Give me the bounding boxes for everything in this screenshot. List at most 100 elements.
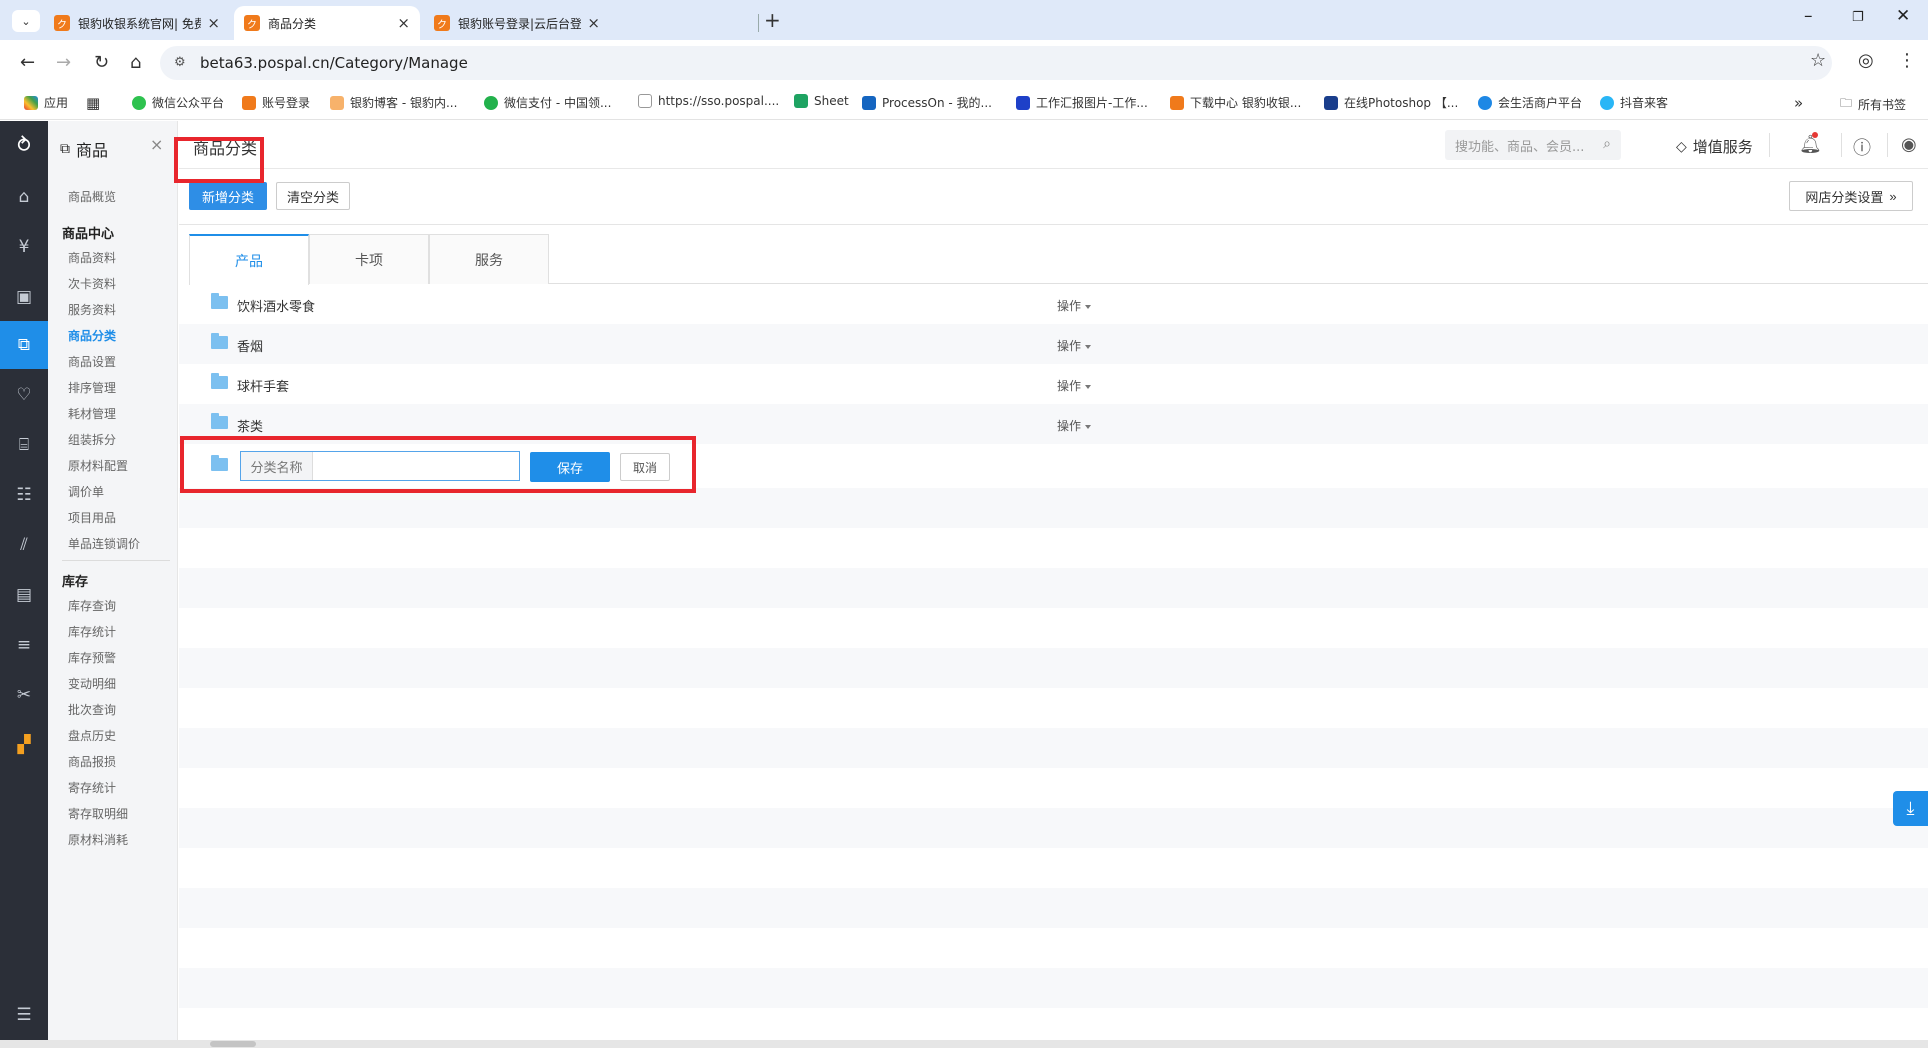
- category-row[interactable]: 茶类 操作: [179, 404, 1928, 444]
- home-icon[interactable]: ⌂: [130, 52, 141, 73]
- sidebar-item[interactable]: 单品连锁调价: [68, 535, 140, 552]
- sidebar-item[interactable]: 排序管理: [68, 379, 116, 396]
- help-icon[interactable]: ⓘ: [1853, 134, 1871, 160]
- browser-tab-2[interactable]: ク 商品分类 ×: [234, 6, 420, 40]
- sidebar-item[interactable]: 原材料消耗: [68, 831, 128, 848]
- bookmark-item[interactable]: 在线Photoshop 【...: [1324, 94, 1458, 111]
- tools-nav-icon[interactable]: ✂: [0, 671, 48, 719]
- sidebar-close-icon[interactable]: ×: [150, 135, 163, 154]
- home-nav-icon[interactable]: ⌂: [0, 173, 48, 221]
- sidebar-item[interactable]: 次卡资料: [68, 275, 116, 292]
- horizontal-scrollbar[interactable]: [0, 1040, 1928, 1048]
- apps-nav-icon[interactable]: ▞: [0, 721, 48, 769]
- reload-icon[interactable]: ↻: [94, 52, 109, 73]
- tab-service[interactable]: 服务: [429, 234, 549, 284]
- staff-nav-icon[interactable]: ☷: [0, 471, 48, 519]
- operation-dropdown[interactable]: 操作: [1057, 337, 1091, 354]
- more-bookmarks-icon[interactable]: »: [1794, 94, 1803, 112]
- forward-icon[interactable]: →: [56, 52, 71, 73]
- sidebar-item-active[interactable]: 商品分类: [68, 327, 116, 344]
- add-category-button[interactable]: 新增分类: [189, 182, 267, 210]
- sidebar-item[interactable]: 项目用品: [68, 509, 116, 526]
- sidebar-item[interactable]: 寄存统计: [68, 779, 116, 796]
- sidebar-item[interactable]: 耗材管理: [68, 405, 116, 422]
- sidebar-item[interactable]: 服务资料: [68, 301, 116, 318]
- document-nav-icon[interactable]: ▤: [0, 571, 48, 619]
- cancel-button[interactable]: 取消: [620, 453, 670, 481]
- sidebar-item[interactable]: 变动明细: [68, 675, 116, 692]
- sidebar-item[interactable]: 商品概览: [68, 188, 116, 205]
- save-button[interactable]: 保存: [530, 452, 610, 482]
- bookmark-item[interactable]: 工作汇报图片-工作...: [1016, 94, 1148, 111]
- tab-card[interactable]: 卡项: [309, 234, 429, 284]
- operation-dropdown[interactable]: 操作: [1057, 417, 1091, 434]
- category-row[interactable]: 香烟 操作: [179, 324, 1928, 364]
- sidebar-item[interactable]: 库存统计: [68, 623, 116, 640]
- sidebar-item[interactable]: 批次查询: [68, 701, 116, 718]
- report-nav-icon[interactable]: ⫽: [0, 521, 48, 569]
- collapse-nav-icon[interactable]: ☰: [0, 991, 48, 1039]
- shop-category-settings-button[interactable]: 网店分类设置 »: [1789, 181, 1913, 211]
- sidebar-item[interactable]: 库存预警: [68, 649, 116, 666]
- bookmark-item[interactable]: https://sso.pospal....: [638, 94, 779, 108]
- settings-nav-icon[interactable]: ≡: [0, 621, 48, 669]
- back-icon[interactable]: ←: [20, 52, 35, 73]
- profile-icon[interactable]: ◎: [1858, 50, 1874, 71]
- close-tab-icon[interactable]: ×: [207, 14, 220, 32]
- browser-tab-3[interactable]: ク 银豹账号登录|云后台登录 ×: [424, 6, 610, 40]
- sidebar-item[interactable]: 原材料配置: [68, 457, 128, 474]
- search-icon[interactable]: ⌕: [1603, 136, 1611, 152]
- download-icon[interactable]: ⤓: [1893, 791, 1928, 826]
- bookmark-item[interactable]: 微信公众平台: [132, 94, 224, 111]
- cashier-nav-icon[interactable]: ¥: [0, 223, 48, 271]
- menu-kebab-icon[interactable]: ⋮: [1898, 50, 1916, 71]
- close-tab-icon[interactable]: ×: [587, 14, 600, 32]
- store-nav-icon[interactable]: ⌸: [0, 421, 48, 469]
- value-service-button[interactable]: ◇ 增值服务: [1676, 136, 1753, 157]
- sidebar-item[interactable]: 库存查询: [68, 597, 116, 614]
- bell-icon[interactable]: 🔔︎: [1799, 134, 1822, 155]
- category-name-field[interactable]: 分类名称: [240, 451, 520, 481]
- sidebar-item[interactable]: 盘点历史: [68, 727, 116, 744]
- browser-tab-1[interactable]: ク 银豹收银系统官网| 免费POS收 ×: [44, 6, 230, 40]
- new-tab-icon[interactable]: +: [764, 8, 781, 32]
- operation-dropdown[interactable]: 操作: [1057, 377, 1091, 394]
- user-account-icon[interactable]: ◉: [1901, 134, 1917, 155]
- restore-icon[interactable]: ❐: [1852, 10, 1864, 25]
- category-name-input[interactable]: [313, 452, 519, 480]
- url-field[interactable]: ⚙ beta63.pospal.cn/Category/Manage: [160, 46, 1832, 80]
- sidebar-item[interactable]: 商品设置: [68, 353, 116, 370]
- product-nav-icon[interactable]: ⧉: [0, 321, 48, 369]
- bookmark-item[interactable]: 会生活商户平台: [1478, 94, 1582, 111]
- site-info-icon[interactable]: ⚙: [174, 55, 186, 70]
- sidebar-item[interactable]: 组装拆分: [68, 431, 116, 448]
- bookmark-item[interactable]: Sheet: [794, 94, 849, 108]
- sidebar-item[interactable]: 调价单: [68, 483, 104, 500]
- pospal-logo-icon[interactable]: ⥁: [0, 121, 48, 169]
- global-search-input[interactable]: 搜功能、商品、会员... ⌕: [1445, 130, 1621, 160]
- bookmark-star-icon[interactable]: ☆: [1810, 50, 1826, 71]
- bookmark-item[interactable]: 账号登录: [242, 94, 310, 111]
- all-bookmarks[interactable]: 🗀 所有书签: [1840, 94, 1906, 115]
- tab-search-button[interactable]: ⌄: [12, 10, 40, 32]
- scrollbar-thumb[interactable]: [210, 1041, 256, 1047]
- bookmark-item[interactable]: 银豹博客 - 银豹内...: [330, 94, 457, 111]
- window-close-icon[interactable]: ✕: [1896, 6, 1910, 26]
- tab-product[interactable]: 产品: [189, 234, 309, 285]
- bookmark-apps[interactable]: 应用: [24, 94, 68, 111]
- sidebar-item[interactable]: 商品资料: [68, 249, 116, 266]
- bookmark-item[interactable]: 下载中心 银豹收银...: [1170, 94, 1301, 111]
- member-nav-icon[interactable]: ♡: [0, 371, 48, 419]
- operation-dropdown[interactable]: 操作: [1057, 297, 1091, 314]
- category-row[interactable]: 饮料酒水零食 操作: [179, 284, 1928, 324]
- clear-categories-button[interactable]: 清空分类: [276, 182, 350, 210]
- tab-groups-icon[interactable]: ▦: [86, 94, 100, 112]
- bookmark-item[interactable]: ProcessOn - 我的...: [862, 94, 992, 111]
- close-tab-icon[interactable]: ×: [397, 14, 410, 32]
- bookmark-item[interactable]: 微信支付 - 中国领...: [484, 94, 611, 111]
- sidebar-item[interactable]: 寄存取明细: [68, 805, 128, 822]
- minimize-icon[interactable]: –: [1804, 6, 1813, 26]
- bookmark-item[interactable]: 抖音来客: [1600, 94, 1668, 111]
- wallet-nav-icon[interactable]: ▣: [0, 273, 48, 321]
- sidebar-item[interactable]: 商品报损: [68, 753, 116, 770]
